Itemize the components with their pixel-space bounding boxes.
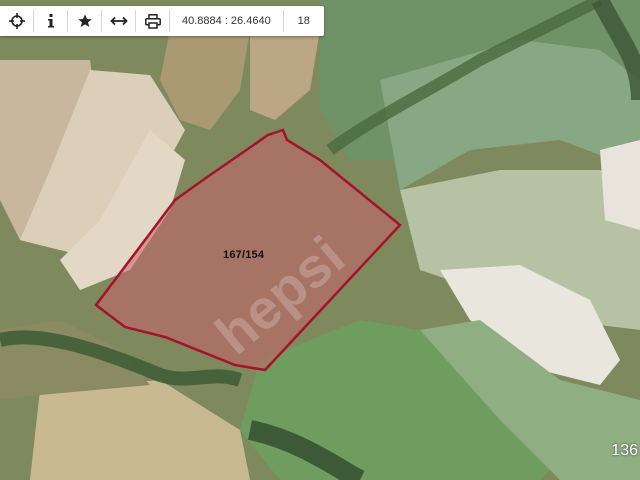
crosshair-icon [8,13,25,29]
zoom-level: 18 [297,15,310,27]
coordinates-readout: 40.8884 : 26.4640 [182,15,271,27]
star-icon [77,14,92,27]
print-icon [144,13,161,29]
measure-button[interactable] [102,6,135,36]
edge-label: 136 [611,442,638,459]
field-white-right-2 [600,140,640,230]
map-toolbar: 40.8884 : 26.4640 18 [0,6,324,36]
parcel-label: 167/154 [223,249,265,261]
satellite-map[interactable]: hepsi [0,0,640,480]
info-icon [47,14,54,28]
favorite-button[interactable] [68,6,101,36]
print-button[interactable] [136,6,169,36]
crosshair-button[interactable] [0,6,33,36]
measure-icon [109,16,128,26]
info-button[interactable] [34,6,67,36]
